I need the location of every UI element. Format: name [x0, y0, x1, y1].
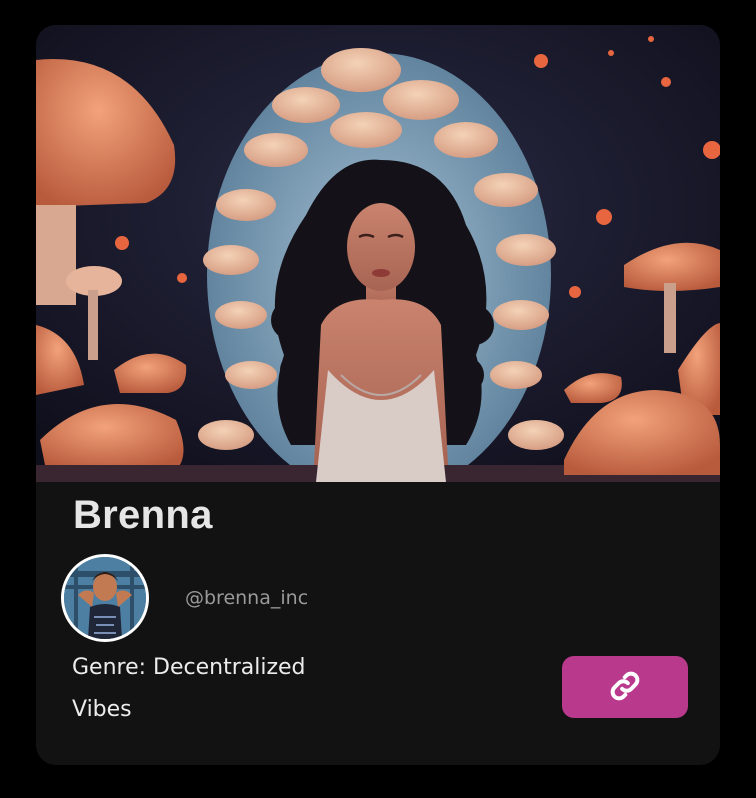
- artist-name: Brenna: [73, 493, 213, 537]
- link-icon: [608, 669, 642, 706]
- avatar[interactable]: [61, 554, 149, 642]
- genre-text: Genre: Decentralized Vibes: [72, 655, 306, 722]
- link-button[interactable]: [562, 656, 688, 718]
- artist-card: Brenna @brenna_inc Genre: Decentralized …: [36, 25, 720, 765]
- artist-handle: @brenna_inc: [185, 587, 309, 609]
- cover-artwork: [36, 25, 720, 482]
